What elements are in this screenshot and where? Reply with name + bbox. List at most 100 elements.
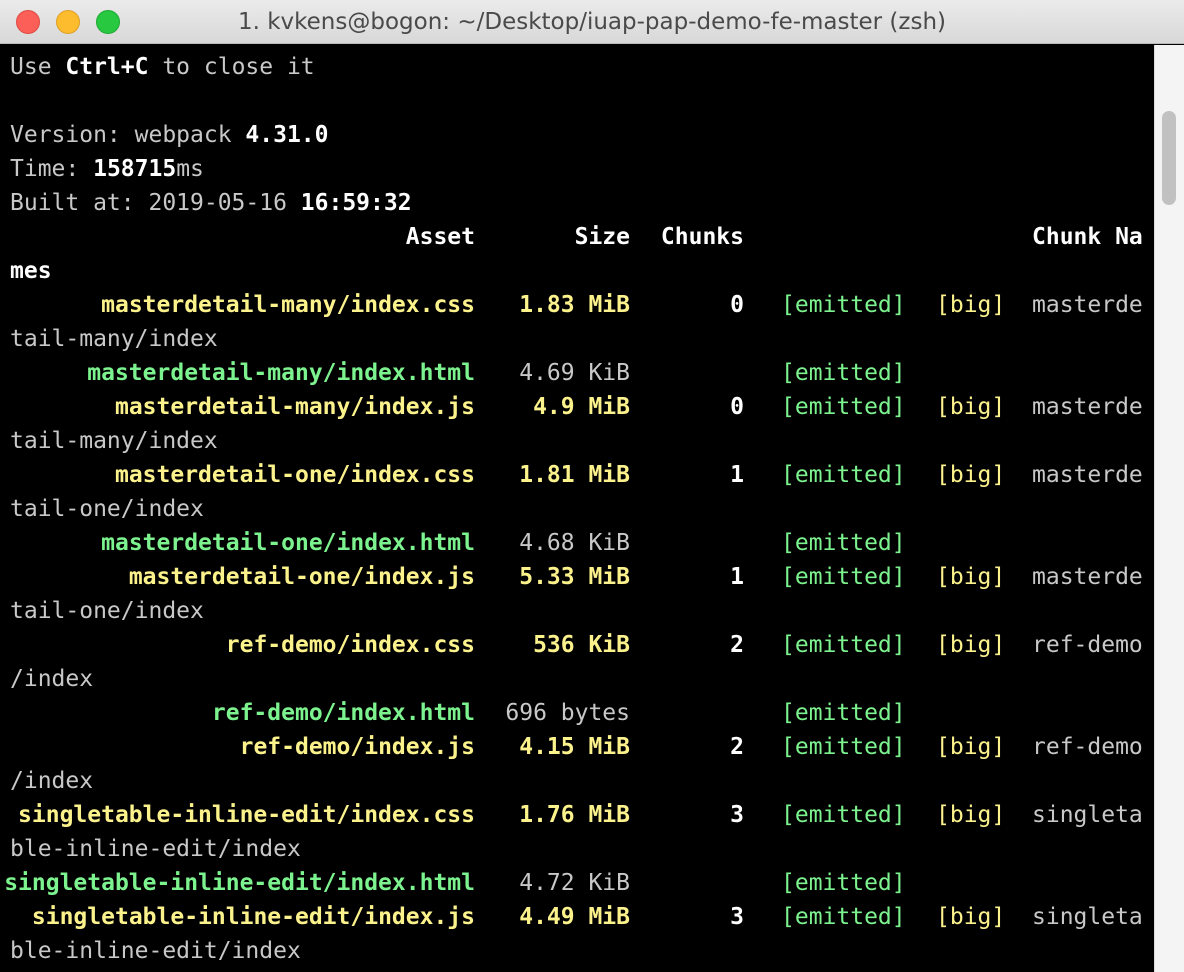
big-flag: [big] (936, 394, 1006, 420)
chunk-name: masterde (1032, 462, 1143, 488)
asset-size: 536 KiB (533, 632, 630, 658)
title-bar[interactable]: 1. kvkens@bogon: ~/Desktop/iuap-pap-demo… (0, 0, 1184, 44)
emitted-flag: [emitted] (781, 904, 906, 930)
hint-suffix: to close it (148, 54, 315, 80)
table-row: ref-demo/index.css 536 KiB 2 [emitted] [big]… (0, 628, 1144, 662)
big-flag: [big] (936, 292, 1006, 318)
emitted-flag: [emitted] (781, 292, 906, 318)
table-row: masterdetail-one/index.js 5.33 MiB 1 [emitt… (0, 560, 1144, 594)
table-row: masterdetail-many/index.js 4.9 MiB 0 [emitt… (0, 390, 1144, 424)
table-row: singletable-inline-edit/index.js 4.49 MiB… (0, 900, 1144, 934)
asset-size: 5.33 MiB (519, 564, 630, 590)
time-line: Time: 158715ms (10, 152, 204, 186)
asset-name: ref-demo/index.html (211, 700, 475, 726)
table-row: singletable-inline-edit/index.html 4.72 K… (0, 866, 1144, 900)
table-row: masterdetail-many/index.css 1.83 MiB 0 [emi… (0, 288, 1144, 322)
asset-size: 1.83 MiB (519, 292, 630, 318)
emitted-flag: [emitted] (781, 394, 906, 420)
hint-prefix: Use (10, 54, 66, 80)
asset-chunk: 1 (730, 462, 744, 488)
asset-size: 4.9 MiB (533, 394, 630, 420)
table-row: singletable-inline-edit/index.css 1.76 Mi… (0, 798, 1144, 832)
emitted-flag: [emitted] (781, 632, 906, 658)
time-value: 158715 (93, 156, 177, 182)
time-unit: ms (176, 156, 204, 182)
asset-chunk: 3 (730, 904, 744, 930)
chunk-name-wrap: tail-one/index (10, 598, 204, 624)
window-title: 1. kvkens@bogon: ~/Desktop/iuap-pap-demo… (237, 9, 947, 35)
asset-name: ref-demo/index.css (225, 632, 475, 658)
chunk-name-wrap: /index (10, 666, 94, 692)
chunk-name-wrap: tail-many/index (10, 326, 218, 352)
chunk-name: ref-demo (1032, 734, 1143, 760)
big-flag: [big] (936, 802, 1006, 828)
asset-size: 4.68 KiB (519, 530, 630, 556)
chunk-name-wrap: tail-one/index (10, 496, 204, 522)
time-label: Time: (10, 156, 94, 182)
emitted-flag: [emitted] (781, 734, 906, 760)
asset-name: masterdetail-one/index.css (114, 462, 475, 488)
version-value: 4.31.0 (245, 122, 329, 148)
chunk-name-wrap: tail-many/index (10, 428, 218, 454)
vertical-scrollbar[interactable] (1154, 45, 1184, 972)
big-flag: [big] (936, 904, 1006, 930)
big-flag: [big] (936, 462, 1006, 488)
emitted-flag: [emitted] (781, 462, 906, 488)
asset-size: 1.81 MiB (519, 462, 630, 488)
built-line: Built at: 2019-05-16 16:59:32 (10, 186, 412, 220)
chunk-name: masterde (1032, 394, 1143, 420)
emitted-flag: [emitted] (781, 870, 906, 896)
asset-size: 4.49 MiB (519, 904, 630, 930)
asset-name: singletable-inline-edit/index.html (4, 870, 475, 896)
emitted-flag: [emitted] (781, 700, 906, 726)
asset-name: masterdetail-many/index.html (87, 360, 475, 386)
chunk-name: singleta (1032, 904, 1143, 930)
asset-name: masterdetail-many/index.css (101, 292, 475, 318)
table-row: ref-demo/index.js 4.15 MiB 2 [emitted] [big]… (0, 730, 1144, 764)
asset-name: singletable-inline-edit/index.css (18, 802, 475, 828)
terminal-window: 1. kvkens@bogon: ~/Desktop/iuap-pap-demo… (0, 0, 1184, 972)
table-row: masterdetail-many/index.html 4.69 KiB [emi… (0, 356, 1144, 390)
asset-size: 4.15 MiB (519, 734, 630, 760)
emitted-flag: [emitted] (781, 530, 906, 556)
terminal-output[interactable]: Use Ctrl+C to close it Version: webpack … (0, 45, 1154, 972)
asset-size: 4.69 KiB (519, 360, 630, 386)
emitted-flag: [emitted] (781, 360, 906, 386)
asset-column-header: Asset (405, 224, 475, 250)
asset-name: masterdetail-many/index.js (114, 394, 475, 420)
hint-line: Use Ctrl+C to close it (10, 50, 315, 84)
version-label: Version: webpack (10, 122, 246, 148)
chunk-name: masterde (1032, 564, 1143, 590)
emitted-flag: [emitted] (781, 564, 906, 590)
chunk-name: singleta (1032, 802, 1143, 828)
size-column-header: Size (574, 224, 630, 250)
big-flag: [big] (936, 734, 1006, 760)
chunks-column-header: Chunks (660, 224, 744, 250)
version-line: Version: webpack 4.31.0 (10, 118, 329, 152)
table-row: ref-demo/index.html 696 bytes [emitted] (0, 696, 1144, 730)
asset-size: 4.72 KiB (519, 870, 630, 896)
chunk-name-wrap: ble-inline-edit/index (10, 938, 301, 964)
table-row: masterdetail-one/index.html 4.68 KiB [emit… (0, 526, 1144, 560)
scrollbar-thumb[interactable] (1162, 111, 1176, 205)
big-flag: [big] (936, 564, 1006, 590)
built-time: 16:59:32 (300, 190, 412, 216)
asset-name: masterdetail-one/index.js (128, 564, 475, 590)
asset-chunk: 0 (730, 394, 744, 420)
asset-name: singletable-inline-edit/index.js (31, 904, 475, 930)
asset-name: masterdetail-one/index.html (101, 530, 475, 556)
built-label: Built at: 2019-05-16 (10, 190, 301, 216)
chunk-name-wrap: ble-inline-edit/index (10, 836, 301, 862)
big-flag: [big] (936, 632, 1006, 658)
asset-name: ref-demo/index.js (239, 734, 475, 760)
asset-chunk: 0 (730, 292, 744, 318)
asset-size: 696 bytes (505, 700, 630, 726)
chunk-name: masterde (1032, 292, 1143, 318)
hint-key: Ctrl+C (65, 54, 149, 80)
asset-chunk: 2 (730, 734, 744, 760)
chunk-name: ref-demo (1032, 632, 1143, 658)
asset-chunk: 3 (730, 802, 744, 828)
asset-size: 1.76 MiB (519, 802, 630, 828)
asset-chunk: 1 (730, 564, 744, 590)
column-header-row: Asset Size Chunks Chunk Na (0, 220, 1144, 254)
